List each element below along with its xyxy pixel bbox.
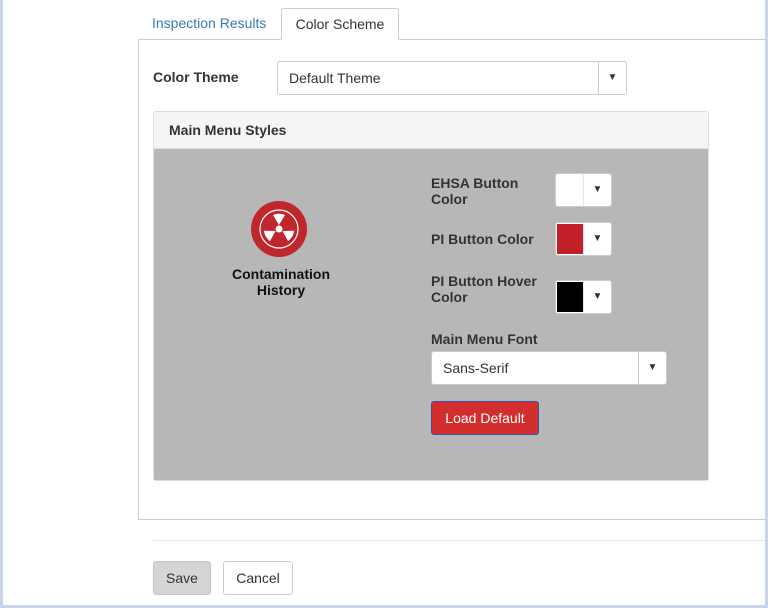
caret-down-icon: ▼ xyxy=(583,281,611,313)
panel-body: Contamination History EHSA Button Color … xyxy=(154,149,708,480)
footer-divider xyxy=(153,540,768,541)
ehsa-button-color-picker[interactable]: ▼ xyxy=(555,173,612,207)
tab-bar: Inspection Results Color Scheme xyxy=(138,8,768,40)
color-chip xyxy=(557,175,583,205)
pi-button-hover-color-label: PI Button Hover Color xyxy=(431,273,537,305)
cancel-button[interactable]: Cancel xyxy=(223,561,293,595)
pi-button-hover-color-picker[interactable]: ▼ xyxy=(555,280,612,314)
caret-down-icon: ▼ xyxy=(583,174,611,206)
tab-content: Color Theme Default Theme ▼ Main Menu St… xyxy=(138,39,768,520)
preview-button-label: Contamination History xyxy=(232,266,330,298)
caret-down-icon: ▼ xyxy=(583,223,611,255)
color-theme-value: Default Theme xyxy=(289,70,381,86)
color-chip xyxy=(557,224,583,254)
color-chip xyxy=(557,282,583,312)
load-default-button[interactable]: Load Default xyxy=(431,401,539,435)
main-menu-font-select[interactable]: Sans-Serif ▼ xyxy=(431,351,667,385)
color-theme-select[interactable]: Default Theme ▼ xyxy=(277,61,627,95)
caret-down-icon: ▼ xyxy=(598,62,626,94)
tab-inspection-results[interactable]: Inspection Results xyxy=(139,8,279,40)
radiation-hazard-icon[interactable] xyxy=(251,201,307,257)
save-button[interactable]: Save xyxy=(153,561,211,595)
panel-heading: Main Menu Styles xyxy=(154,112,708,149)
pi-button-color-picker[interactable]: ▼ xyxy=(555,222,612,256)
ehsa-button-color-label: EHSA Button Color xyxy=(431,175,519,207)
caret-down-icon: ▼ xyxy=(638,352,666,384)
color-theme-label: Color Theme xyxy=(153,69,239,85)
main-menu-styles-panel: Main Menu Styles Contamination History E… xyxy=(153,111,709,481)
tab-color-scheme[interactable]: Color Scheme xyxy=(281,8,399,40)
main-menu-font-label: Main Menu Font xyxy=(431,331,538,347)
main-menu-font-value: Sans-Serif xyxy=(443,360,509,376)
pi-button-color-label: PI Button Color xyxy=(431,231,534,247)
